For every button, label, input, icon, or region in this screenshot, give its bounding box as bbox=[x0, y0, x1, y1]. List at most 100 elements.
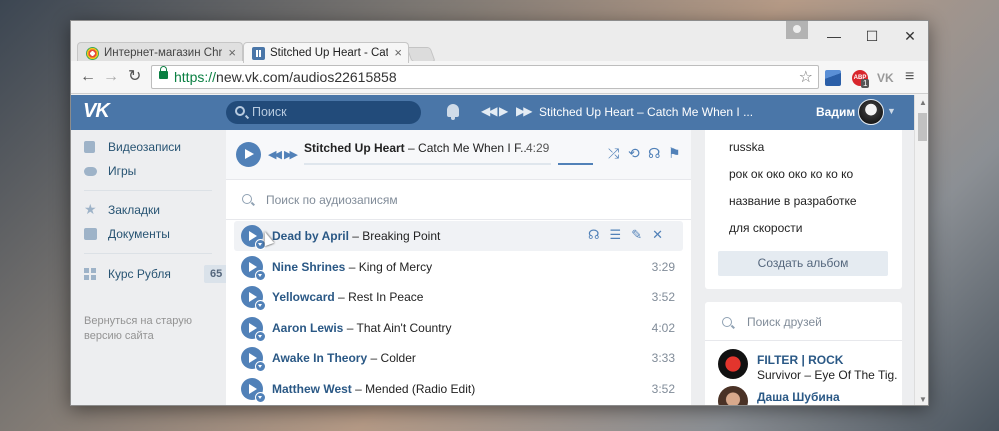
sidebar-item-games[interactable]: Игры bbox=[84, 162, 214, 182]
table-row[interactable]: Aaron Lewis – That Ain't Country 4:02 bbox=[234, 313, 683, 343]
sidebar-item-videos[interactable]: Видеозаписи bbox=[84, 138, 214, 158]
track-artist[interactable]: Aaron Lewis bbox=[272, 321, 343, 335]
chevron-down-icon[interactable] bbox=[255, 331, 266, 342]
track-title: Colder bbox=[380, 351, 416, 365]
create-album-button[interactable]: Создать альбом bbox=[718, 251, 888, 276]
url-text[interactable]: https://new.vk.com/audios22615858 bbox=[174, 69, 397, 85]
track-dash: – bbox=[355, 382, 362, 396]
reload-button[interactable]: ↻ bbox=[128, 68, 141, 86]
prev-track-icon[interactable]: ◀◀ bbox=[268, 148, 282, 161]
avatar[interactable] bbox=[718, 349, 748, 379]
album-item[interactable]: название в разработке bbox=[729, 194, 857, 208]
table-row[interactable]: Matthew West – Mended (Radio Edit) 3:52 bbox=[234, 374, 683, 404]
headphones-icon[interactable]: ☊ bbox=[588, 227, 610, 242]
play-icon[interactable] bbox=[241, 286, 266, 311]
vk-logo[interactable]: VK bbox=[83, 100, 110, 123]
play-icon[interactable] bbox=[241, 378, 266, 403]
next-track-icon[interactable]: ▶▶ bbox=[284, 148, 298, 161]
prev-track-icon[interactable]: ◀◀ bbox=[481, 104, 498, 118]
browser-window: Интернет-магазин Chrom × Stitched Up Hea… bbox=[70, 20, 929, 406]
album-item[interactable]: для скорости bbox=[729, 221, 802, 235]
play-icon[interactable]: ▶ bbox=[499, 104, 508, 118]
album-item[interactable]: рок ок око око ко ко ко bbox=[729, 167, 853, 181]
shuffle-icon[interactable]: ⤮ bbox=[608, 145, 619, 162]
bookmark-star-icon[interactable]: ☆ bbox=[799, 67, 813, 87]
next-track-icon[interactable]: ▶▶ bbox=[516, 104, 533, 118]
chevron-down-icon[interactable] bbox=[255, 392, 266, 403]
new-tab-button[interactable] bbox=[406, 47, 436, 62]
volume-slider[interactable] bbox=[558, 163, 593, 165]
vk-page: VK Поиск ◀◀ ▶ ▶▶ Stitched Up Heart – Cat… bbox=[71, 95, 914, 405]
header-search-input[interactable]: Поиск bbox=[226, 101, 421, 124]
url-path: new.vk.com/audios22615858 bbox=[216, 69, 397, 85]
audio-search-input[interactable]: Поиск по аудиозаписям bbox=[226, 180, 691, 220]
avatar[interactable] bbox=[718, 386, 748, 405]
minimize-button[interactable]: — bbox=[819, 25, 849, 47]
track-artist[interactable]: Yellowcard bbox=[272, 290, 335, 304]
sidebar-item-label: Видеозаписи bbox=[108, 140, 182, 154]
progress-slider[interactable] bbox=[304, 163, 551, 165]
track-artist[interactable]: Dead by April bbox=[272, 229, 349, 243]
friends-divider bbox=[705, 340, 902, 341]
track-title: Rest In Peace bbox=[348, 290, 424, 304]
play-icon[interactable] bbox=[241, 225, 266, 250]
close-icon[interactable]: ✕ bbox=[652, 227, 673, 242]
add-to-list-icon[interactable]: ☰ bbox=[610, 227, 632, 242]
header-now-playing[interactable]: Stitched Up Heart – Catch Me When I ... bbox=[539, 105, 753, 119]
chevron-down-icon[interactable] bbox=[255, 270, 266, 281]
old-version-link[interactable]: Вернуться на старую версию сайта bbox=[84, 314, 214, 344]
track-artist[interactable]: Nine Shrines bbox=[272, 260, 345, 274]
player-track-title[interactable]: Stitched Up Heart – Catch Me When I F... bbox=[304, 141, 526, 155]
avatar[interactable] bbox=[858, 99, 884, 125]
maximize-button[interactable]: ☐ bbox=[857, 25, 887, 47]
table-row[interactable]: Awake In Theory – Colder 3:33 bbox=[234, 343, 683, 373]
adblock-badge: 1 bbox=[861, 79, 870, 88]
broadcast-icon[interactable]: ⚑ bbox=[668, 145, 681, 162]
page-scrollbar[interactable]: ▲ ▼ bbox=[914, 95, 928, 405]
tab-close-icon[interactable]: × bbox=[228, 43, 236, 63]
chevron-down-icon[interactable] bbox=[255, 361, 266, 372]
tab-chrome-store[interactable]: Интернет-магазин Chrom × bbox=[77, 42, 243, 63]
forward-button[interactable]: → bbox=[103, 68, 119, 86]
track-dash: – bbox=[370, 351, 378, 365]
sidebar-item-label: Документы bbox=[108, 227, 170, 241]
chevron-down-icon[interactable] bbox=[255, 300, 266, 311]
album-item[interactable]: russka bbox=[729, 140, 764, 154]
browser-menu-icon[interactable]: ≡ bbox=[905, 68, 914, 86]
bell-icon[interactable] bbox=[447, 104, 459, 120]
audio-search-placeholder: Поиск по аудиозаписям bbox=[266, 193, 398, 207]
play-icon[interactable] bbox=[241, 256, 266, 281]
tab-close-icon[interactable]: × bbox=[394, 43, 402, 63]
friend-track[interactable]: Survivor – Eye Of The Tig... bbox=[757, 368, 897, 382]
scroll-down-icon[interactable]: ▼ bbox=[919, 395, 927, 404]
address-bar[interactable]: https://new.vk.com/audios22615858 ☆ bbox=[151, 65, 819, 89]
sidebar-item-documents[interactable]: Документы bbox=[84, 225, 214, 245]
repeat-icon[interactable]: ⟲ bbox=[628, 145, 640, 162]
play-button[interactable] bbox=[236, 142, 261, 167]
image-extension-icon[interactable] bbox=[825, 70, 841, 86]
play-icon[interactable] bbox=[241, 317, 266, 342]
play-icon[interactable] bbox=[241, 347, 266, 372]
table-row[interactable]: Yellowcard – Rest In Peace 3:52 bbox=[234, 282, 683, 312]
friend-name[interactable]: FILTER | ROCK bbox=[757, 353, 843, 367]
table-row[interactable]: Nine Shrines – King of Mercy 3:29 bbox=[234, 252, 683, 282]
table-row[interactable]: Dead by April – Breaking Point ☊☰✎✕ bbox=[234, 221, 683, 251]
track-artist[interactable]: Matthew West bbox=[272, 382, 352, 396]
tab-vk-audio[interactable]: Stitched Up Heart - Catch × bbox=[243, 42, 409, 63]
friend-name[interactable]: Даша Шубина bbox=[757, 390, 840, 404]
headphones-icon[interactable]: ☊ bbox=[648, 145, 660, 162]
back-button[interactable]: ← bbox=[80, 68, 96, 86]
sidebar-item-ruble-rate[interactable]: Курс Рубля 65 bbox=[84, 265, 229, 285]
search-icon bbox=[242, 194, 252, 204]
sidebar-item-bookmarks[interactable]: ★ Закладки bbox=[84, 201, 214, 221]
scrollbar-thumb[interactable] bbox=[918, 113, 927, 141]
profile-icon[interactable] bbox=[786, 21, 808, 39]
header-user-name[interactable]: Вадим bbox=[816, 105, 855, 119]
friends-search-input[interactable]: Поиск друзей bbox=[747, 315, 822, 329]
pencil-icon[interactable]: ✎ bbox=[631, 227, 652, 242]
scroll-up-icon[interactable]: ▲ bbox=[919, 98, 927, 107]
chevron-down-icon[interactable]: ▼ bbox=[887, 106, 896, 116]
vk-extension-icon[interactable]: VK bbox=[877, 70, 894, 86]
close-window-button[interactable]: ✕ bbox=[895, 25, 925, 47]
track-artist[interactable]: Awake In Theory bbox=[272, 351, 367, 365]
